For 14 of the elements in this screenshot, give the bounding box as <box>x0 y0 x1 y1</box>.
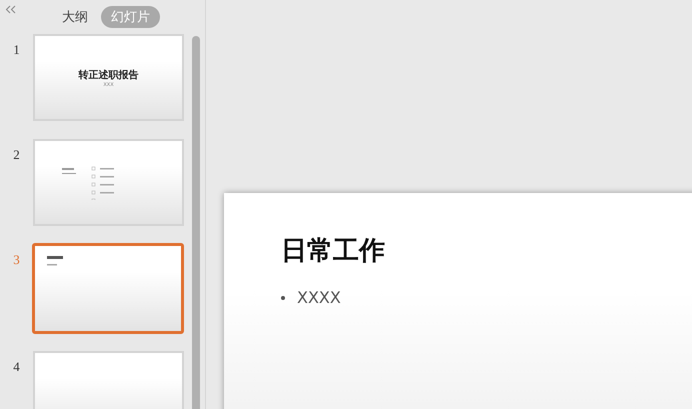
slide-title: 日常工作 <box>281 235 385 268</box>
slide-number: 2 <box>12 147 21 164</box>
bullet-item: XXXX <box>297 288 341 307</box>
scrollbar[interactable] <box>192 36 200 409</box>
slide-number: 4 <box>12 359 21 376</box>
panel-tab[interactable]: 大纲 <box>52 6 98 28</box>
collapse-icon[interactable] <box>5 4 16 14</box>
contents-drawing <box>62 166 114 200</box>
slide-number: 1 <box>12 42 21 59</box>
slide-thumbnail[interactable] <box>33 139 184 226</box>
slide-thumbnail[interactable] <box>32 243 184 334</box>
bullet-icon <box>281 296 285 300</box>
slide-number: 3 <box>12 252 21 269</box>
thumbnail-title: 转正述职报告 <box>78 68 138 82</box>
